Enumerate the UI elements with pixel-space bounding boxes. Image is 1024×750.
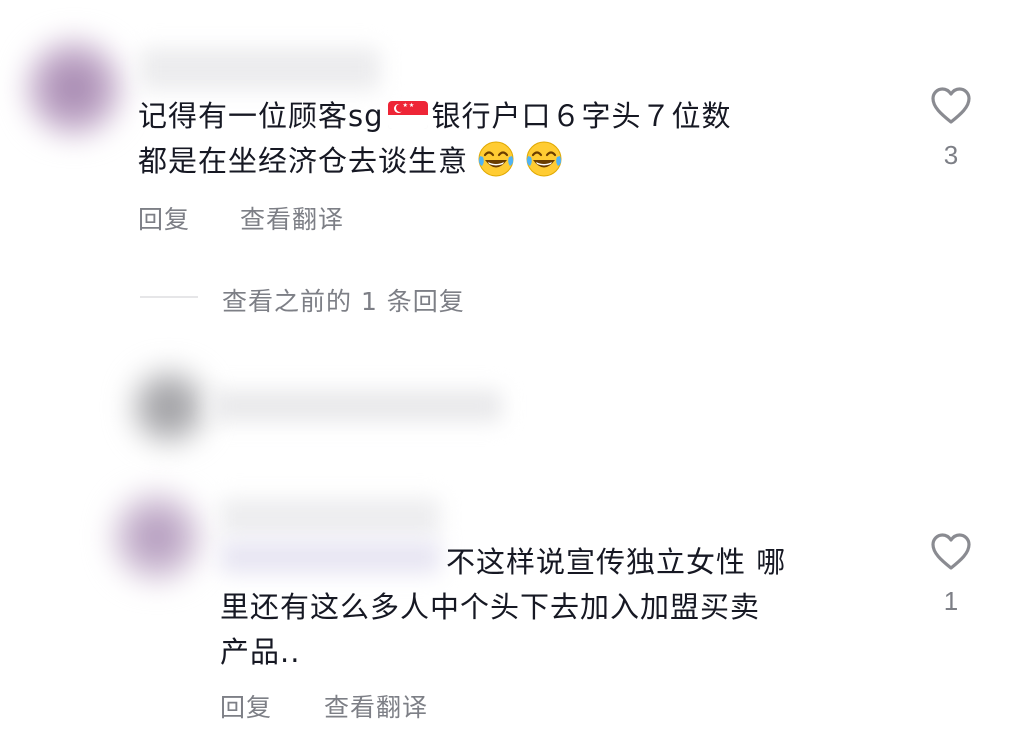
comment-list: 记得有一位顾客sg ★★ 银行户口６字头７位数 都是在坐经济仓去谈生意 3 回复 查… — [0, 0, 1024, 750]
reply-button[interactable]: 回复 — [138, 200, 190, 236]
avatar[interactable] — [112, 492, 202, 582]
like-count: 1 — [943, 586, 959, 616]
like-count: 3 — [943, 140, 959, 170]
comment-text-part: 都是在坐经济仓去谈生意 — [138, 144, 469, 178]
comment-text: 记得有一位顾客sg ★★ 银行户口６字头７位数 — [138, 94, 732, 139]
comment-text-part: 记得有一位顾客sg — [138, 99, 384, 133]
reply-button[interactable]: 回复 — [220, 688, 272, 724]
view-translation-button[interactable]: 查看翻译 — [240, 200, 344, 236]
comment-text: 产品.. — [220, 635, 301, 669]
tears-of-joy-emoji-icon — [478, 141, 514, 177]
comment-text-blurred — [212, 390, 502, 422]
avatar[interactable] — [132, 370, 206, 444]
comment-text: 里还有这么多人中个头下去加入加盟买卖 — [220, 590, 761, 624]
username-blurred[interactable] — [220, 498, 440, 536]
singapore-flag-icon: ★★ — [387, 101, 428, 129]
avatar[interactable] — [26, 40, 122, 136]
heart-outline-icon — [931, 87, 971, 124]
like-button[interactable]: 1 — [921, 532, 981, 617]
heart-outline-icon — [931, 533, 971, 570]
username-blurred[interactable] — [140, 48, 380, 90]
comment-text-part: 银行户口６字头７位数 — [431, 99, 732, 133]
comment-text: 不这样说宣传独立女性 哪 — [446, 545, 787, 579]
view-previous-replies-button[interactable]: 查看之前的 1 条回复 — [222, 282, 465, 318]
tears-of-joy-emoji-icon — [526, 141, 562, 177]
reply-to-blurred — [220, 540, 440, 574]
view-translation-button[interactable]: 查看翻译 — [324, 688, 428, 724]
like-button[interactable]: 3 — [921, 86, 981, 171]
comment-text: 都是在坐经济仓去谈生意 — [138, 139, 564, 184]
thread-divider — [140, 296, 198, 298]
